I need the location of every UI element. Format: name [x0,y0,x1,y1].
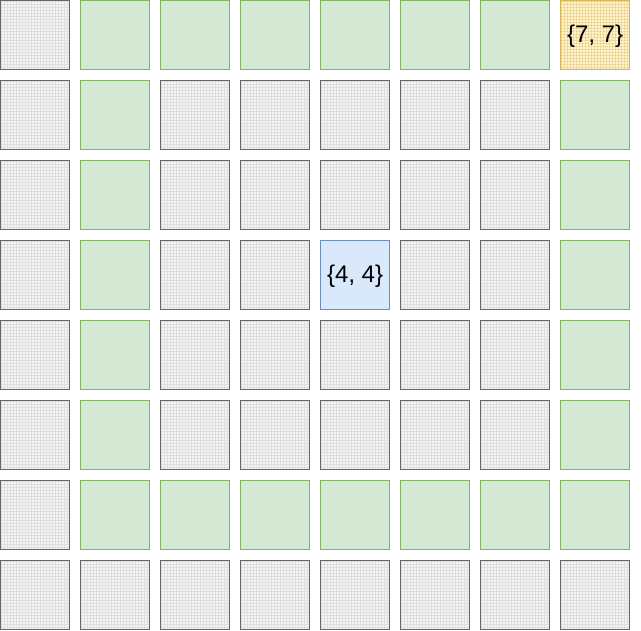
grid-cell [240,320,310,390]
grid-cell [160,160,230,230]
path-cell [560,480,630,550]
grid-cell [240,160,310,230]
path-cell [240,480,310,550]
grid-cell [320,320,390,390]
cell-coordinate-label: {7, 7} [566,21,624,48]
grid-cell [0,400,70,470]
start-cell: {4, 4} [320,240,390,310]
grid-cell [0,0,70,70]
path-cell [560,80,630,150]
path-cell [80,80,150,150]
path-cell [80,0,150,70]
grid-cell [160,320,230,390]
path-cell [160,480,230,550]
goal-cell: {7, 7} [560,0,630,70]
path-cell [80,320,150,390]
grid-cell [400,160,470,230]
path-cell [80,160,150,230]
grid-cell [0,320,70,390]
grid-cell [400,80,470,150]
path-cell [560,320,630,390]
grid-cell [0,160,70,230]
grid-cell [0,480,70,550]
grid-cell [0,560,70,630]
path-cell [480,0,550,70]
grid-diagram: {7, 7} {4, 4} [0,0,641,631]
grid-cell [160,400,230,470]
path-cell [160,0,230,70]
grid-cell [480,80,550,150]
grid-cell [240,240,310,310]
grid-cell [0,80,70,150]
grid-cell [240,400,310,470]
path-cell [560,160,630,230]
path-cell [480,480,550,550]
grid-cell [320,560,390,630]
grid-cell [240,560,310,630]
grid-cell [560,560,630,630]
grid-cell [0,240,70,310]
grid-cell [320,400,390,470]
path-cell [80,400,150,470]
grid-cell [480,560,550,630]
grid-cell [480,400,550,470]
path-cell [320,0,390,70]
path-cell [560,240,630,310]
grid-cell [160,560,230,630]
cell-coordinate-label: {4, 4} [326,261,384,288]
path-cell [240,0,310,70]
grid-cell [400,240,470,310]
grid-cell [480,240,550,310]
grid-cell [400,400,470,470]
path-cell [80,480,150,550]
grid-cell [320,160,390,230]
grid-cell [400,320,470,390]
path-cell [400,480,470,550]
grid-cell [320,80,390,150]
grid-cell [160,240,230,310]
grid-cell [80,560,150,630]
grid-cell [240,80,310,150]
path-cell [320,480,390,550]
grid-cell [160,80,230,150]
grid-cell [400,560,470,630]
path-cell [560,400,630,470]
path-cell [400,0,470,70]
grid-cell [480,160,550,230]
grid-cell [480,320,550,390]
path-cell [80,240,150,310]
